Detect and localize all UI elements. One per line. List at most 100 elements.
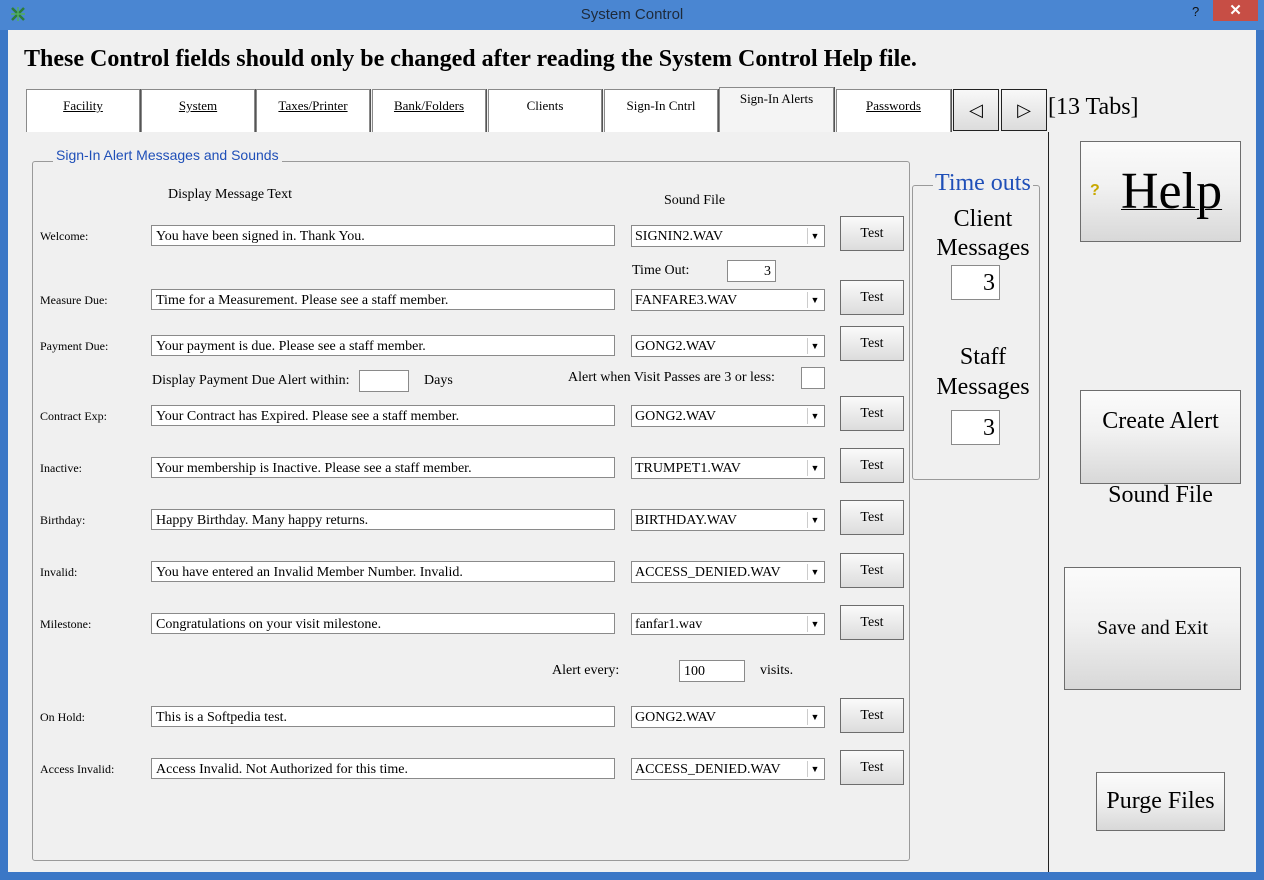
access-invalid-sound-select[interactable]: ACCESS_DENIED.WAV ▼ [631, 758, 825, 780]
staff-messages-label-1: Staff [959, 344, 1007, 370]
alert-every-label: Alert every: [552, 663, 620, 678]
dropdown-arrow-icon[interactable]: ▼ [807, 616, 822, 632]
select-value: GONG2.WAV [635, 710, 717, 725]
row-label-contract-exp: Contract Exp: [40, 409, 107, 423]
select-value: GONG2.WAV [635, 409, 717, 424]
measure-due-sound-select[interactable]: FANFARE3.WAV ▼ [631, 289, 825, 311]
window-client: These Control fields should only be chan… [8, 30, 1256, 872]
alert-every-unit: visits. [760, 663, 794, 678]
measure-due-test-button[interactable]: Test [840, 280, 904, 315]
tab-label: System [178, 98, 218, 113]
inactive-test-button[interactable]: Test [840, 448, 904, 483]
select-value: SIGNIN2.WAV [635, 229, 724, 244]
tab-next-button[interactable]: ▷ [1001, 89, 1047, 131]
staff-messages-timeout-input[interactable]: 3 [951, 410, 1000, 445]
milestone-test-button[interactable]: Test [840, 605, 904, 640]
title-bar: System Control ? ✕ [0, 0, 1264, 30]
dropdown-arrow-icon[interactable]: ▼ [807, 408, 822, 424]
tab-sign-in-cntrl[interactable]: Sign-In Cntrl [604, 89, 718, 134]
tab-clients[interactable]: Clients [488, 89, 602, 134]
tab-system[interactable]: System [141, 89, 255, 134]
window-help-button[interactable]: ? [1192, 4, 1199, 19]
tab-passwords[interactable]: Passwords [836, 89, 951, 134]
birthday-message-input[interactable]: Happy Birthday. Many happy returns. [151, 509, 615, 530]
invalid-test-button[interactable]: Test [840, 553, 904, 588]
dropdown-arrow-icon[interactable]: ▼ [807, 292, 822, 308]
payment-due-message-input[interactable]: Your payment is due. Please see a staff … [151, 335, 615, 356]
close-button[interactable]: ✕ [1213, 0, 1258, 21]
create-alert-line-1: Create Alert [1102, 408, 1219, 434]
contract-exp-test-button[interactable]: Test [840, 396, 904, 431]
contract-exp-message-input[interactable]: Your Contract has Expired. Please see a … [151, 405, 615, 426]
dropdown-arrow-icon[interactable]: ▼ [807, 709, 822, 725]
dropdown-arrow-icon[interactable]: ▼ [807, 761, 822, 777]
select-value: TRUMPET1.WAV [635, 461, 741, 476]
invalid-message-input[interactable]: You have entered an Invalid Member Numbe… [151, 561, 615, 582]
visit-passes-checkbox[interactable] [801, 367, 825, 389]
tab-label: Sign-In Alerts [739, 91, 814, 106]
payment-alert-unit: Days [424, 373, 453, 388]
access-invalid-message-input[interactable]: Access Invalid. Not Authorized for this … [151, 758, 615, 779]
invalid-sound-select[interactable]: ACCESS_DENIED.WAV ▼ [631, 561, 825, 583]
create-alert-line-2: Sound File [1108, 482, 1213, 508]
dropdown-arrow-icon[interactable]: ▼ [807, 512, 822, 528]
tab-bank-folders[interactable]: Bank/Folders [372, 89, 486, 134]
client-messages-label-2: Messages [936, 235, 1030, 261]
timeout-label: Time Out: [632, 263, 690, 278]
purge-files-button[interactable]: Purge Files [1096, 772, 1225, 831]
on-hold-sound-select[interactable]: GONG2.WAV ▼ [631, 706, 825, 728]
page-title: These Control fields should only be chan… [24, 46, 917, 72]
tab-prev-button[interactable]: ◁ [953, 89, 999, 131]
on-hold-test-button[interactable]: Test [840, 698, 904, 733]
contract-exp-sound-select[interactable]: GONG2.WAV ▼ [631, 405, 825, 427]
select-value: GONG2.WAV [635, 339, 717, 354]
row-label-invalid: Invalid: [40, 565, 78, 579]
select-value: ACCESS_DENIED.WAV [635, 565, 781, 580]
inactive-sound-select[interactable]: TRUMPET1.WAV ▼ [631, 457, 825, 479]
client-messages-timeout-input[interactable]: 3 [951, 265, 1000, 300]
groupbox-title: Sign-In Alert Messages and Sounds [53, 147, 282, 163]
help-button[interactable]: ? Help [1080, 141, 1241, 242]
tab-label: Bank/Folders [393, 98, 465, 113]
chevron-left-icon: ◁ [969, 100, 983, 120]
welcome-message-input[interactable]: You have been signed in. Thank You. [151, 225, 615, 246]
visit-passes-label: Alert when Visit Passes are 3 or less: [568, 370, 775, 385]
dropdown-arrow-icon[interactable]: ▼ [807, 564, 822, 580]
row-label-access-invalid: Access Invalid: [40, 762, 115, 776]
welcome-sound-select[interactable]: SIGNIN2.WAV ▼ [631, 225, 825, 247]
dropdown-arrow-icon[interactable]: ▼ [807, 228, 822, 244]
milestone-sound-select[interactable]: fanfar1.wav ▼ [631, 613, 825, 635]
create-alert-sound-file-button[interactable]: Create Alert Sound File [1080, 390, 1241, 508]
payment-alert-days-input[interactable] [359, 370, 409, 392]
payment-due-sound-select[interactable]: GONG2.WAV ▼ [631, 335, 825, 357]
row-label-welcome: Welcome: [40, 229, 89, 243]
client-messages-label-1: Client [953, 206, 1013, 232]
tab-facility[interactable]: Facility [26, 89, 140, 134]
save-and-exit-button[interactable]: Save and Exit [1064, 567, 1241, 690]
payment-alert-label: Display Payment Due Alert within: [152, 373, 350, 388]
timeout-input[interactable]: 3 [727, 260, 776, 282]
help-button-label: Help [1121, 163, 1223, 220]
access-invalid-test-button[interactable]: Test [840, 750, 904, 785]
tab-sign-in-alerts[interactable]: Sign-In Alerts [719, 87, 834, 132]
dropdown-arrow-icon[interactable]: ▼ [807, 460, 822, 476]
tab-label: Taxes/Printer [278, 98, 348, 113]
measure-due-message-input[interactable]: Time for a Measurement. Please see a sta… [151, 289, 615, 310]
chevron-right-icon: ▷ [1017, 100, 1031, 120]
birthday-sound-select[interactable]: BIRTHDAY.WAV ▼ [631, 509, 825, 531]
tab-label: Facility [63, 98, 103, 113]
welcome-test-button[interactable]: Test [840, 216, 904, 251]
on-hold-message-input[interactable]: This is a Softpedia test. [151, 706, 615, 727]
payment-due-test-button[interactable]: Test [840, 326, 904, 361]
birthday-test-button[interactable]: Test [840, 500, 904, 535]
dropdown-arrow-icon[interactable]: ▼ [807, 338, 822, 354]
row-label-birthday: Birthday: [40, 513, 86, 527]
select-value: FANFARE3.WAV [635, 293, 738, 308]
row-label-measure-due: Measure Due: [40, 293, 108, 307]
milestone-message-input[interactable]: Congratulations on your visit milestone. [151, 613, 615, 634]
alert-every-input[interactable]: 100 [679, 660, 745, 682]
sound-column-header: Sound File [664, 193, 726, 208]
row-label-payment-due: Payment Due: [40, 339, 109, 353]
tab-taxes-printer[interactable]: Taxes/Printer [256, 89, 370, 134]
inactive-message-input[interactable]: Your membership is Inactive. Please see … [151, 457, 615, 478]
